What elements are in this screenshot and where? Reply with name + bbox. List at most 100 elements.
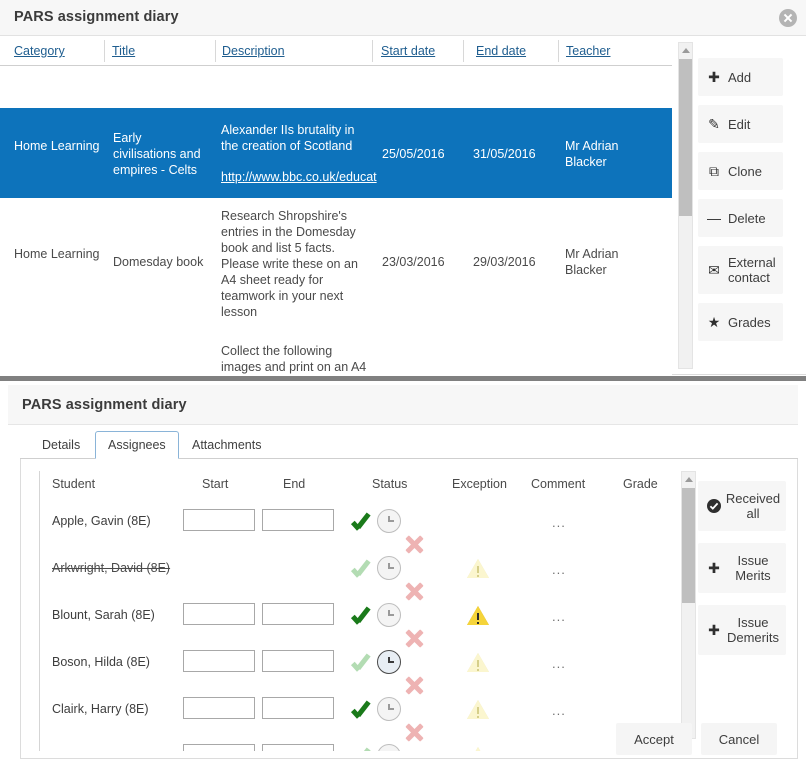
column-header-end: End xyxy=(283,477,306,491)
column-divider xyxy=(463,40,464,62)
tab-details[interactable]: Details xyxy=(30,431,92,459)
assignees-panel: Student Start End Status Exception Comme… xyxy=(20,459,798,759)
start-date-field[interactable] xyxy=(183,603,255,625)
start-date-field[interactable] xyxy=(183,509,255,531)
column-header-exception: Exception xyxy=(452,477,507,491)
cell-start-date: 23/03/2016 xyxy=(382,255,445,269)
cell-title: Early civilisations and empires - Celts xyxy=(113,131,201,177)
column-header-teacher[interactable]: Teacher xyxy=(566,44,610,58)
list-item[interactable]: Clairk, Harry (8E) ... xyxy=(40,687,675,751)
list-item[interactable]: Arkwright, David (8E) ... xyxy=(40,546,675,625)
list-item[interactable] xyxy=(40,734,675,751)
cancel-button[interactable]: Cancel xyxy=(701,723,777,755)
status-pending-icon[interactable] xyxy=(377,650,401,674)
status-pending-icon[interactable] xyxy=(377,603,401,627)
add-button[interactable]: ✚ Add xyxy=(698,58,783,96)
status-pending-icon[interactable] xyxy=(377,697,401,721)
column-divider xyxy=(104,40,105,62)
assignments-scrollbar[interactable] xyxy=(678,42,693,369)
comment-cell[interactable]: ... xyxy=(552,609,566,624)
grades-button-label: Grades xyxy=(728,314,771,330)
cell-start-date: 25/05/2016 xyxy=(382,147,445,161)
list-item[interactable]: Boson, Hilda (8E) ... xyxy=(40,640,675,719)
end-date-field[interactable] xyxy=(262,697,334,719)
column-header-start-date[interactable]: Start date xyxy=(381,44,435,58)
status-complete-icon[interactable] xyxy=(351,650,375,674)
status-complete-icon[interactable] xyxy=(351,556,375,580)
assignments-grid: Category Title Description Start date En… xyxy=(0,36,672,375)
external-contact-button-label: External contact xyxy=(728,255,776,285)
column-header-description[interactable]: Description xyxy=(222,44,285,58)
end-date-field[interactable] xyxy=(262,744,334,751)
scroll-up-arrow-icon[interactable] xyxy=(679,43,692,57)
assignment-diary-window: PARS assignment diary Category Title Des… xyxy=(0,0,806,375)
clone-button-label: Clone xyxy=(728,163,762,179)
issue-merits-button[interactable]: ✚ Issue Merits xyxy=(698,543,786,593)
end-date-field[interactable] xyxy=(262,603,334,625)
bottom-window-titlebar: PARS assignment diary xyxy=(8,385,798,425)
assignments-grid-header: Category Title Description Start date En… xyxy=(0,36,672,66)
detail-page-title: PARS assignment diary xyxy=(22,397,187,413)
description-url-link[interactable]: http://www.bbc.co.uk/educat xyxy=(221,170,377,184)
comment-cell[interactable]: ... xyxy=(552,515,566,530)
column-header-status: Status xyxy=(372,477,408,491)
delete-button-label: Delete xyxy=(728,210,766,226)
column-header-end-date[interactable]: End date xyxy=(476,44,526,58)
list-item[interactable]: Apple, Gavin (8E) ... xyxy=(40,499,675,578)
status-complete-icon[interactable] xyxy=(351,509,375,533)
student-name: Clairk, Harry (8E) xyxy=(52,702,149,716)
received-all-button[interactable]: Received all xyxy=(698,481,786,531)
column-header-student: Student xyxy=(52,477,96,491)
column-header-grade: Grade xyxy=(623,477,658,491)
student-name: Boson, Hilda (8E) xyxy=(52,655,150,669)
scrollbar-thumb[interactable] xyxy=(679,59,692,216)
column-header-start: Start xyxy=(202,477,229,491)
column-header-title[interactable]: Title xyxy=(112,44,135,58)
envelope-icon: ✉ xyxy=(708,262,720,278)
comment-cell[interactable]: ... xyxy=(552,656,566,671)
cell-title: Domesday book xyxy=(113,255,204,269)
scroll-up-arrow-icon[interactable] xyxy=(682,472,695,486)
top-window-titlebar: PARS assignment diary xyxy=(0,0,806,36)
table-row[interactable]: Home Learning Domesday book Research Shr… xyxy=(0,198,672,333)
status-pending-icon[interactable] xyxy=(377,509,401,533)
scrollbar-thumb[interactable] xyxy=(682,488,695,603)
start-date-field[interactable] xyxy=(183,744,255,751)
status-complete-icon[interactable] xyxy=(351,744,375,751)
column-divider xyxy=(558,40,559,62)
end-date-field[interactable] xyxy=(262,509,334,531)
edit-button[interactable]: ✎ Edit xyxy=(698,105,783,143)
start-date-field[interactable] xyxy=(183,650,255,672)
minus-icon: — xyxy=(707,210,721,226)
status-complete-icon[interactable] xyxy=(351,697,375,721)
column-header-comment: Comment xyxy=(531,477,586,491)
accept-button[interactable]: Accept xyxy=(616,723,692,755)
status-pending-icon[interactable] xyxy=(377,556,401,580)
list-item[interactable]: Blount, Sarah (8E) ... xyxy=(40,593,675,672)
assignees-scrollbar[interactable] xyxy=(681,471,696,739)
received-all-button-label: Received all xyxy=(725,491,781,521)
cell-category: Home Learning xyxy=(14,139,100,153)
tab-assignees[interactable]: Assignees xyxy=(95,431,179,459)
column-header-category[interactable]: Category xyxy=(14,44,65,58)
cell-teacher: Mr Adrian Blacker xyxy=(565,247,619,277)
cell-category: Home Learning xyxy=(14,247,100,261)
external-contact-button[interactable]: ✉ External contact xyxy=(698,246,783,294)
end-date-field[interactable] xyxy=(262,650,334,672)
grades-button[interactable]: ★ Grades xyxy=(698,303,783,341)
issue-demerits-button[interactable]: ✚ Issue Demerits xyxy=(698,605,786,655)
comment-cell[interactable]: ... xyxy=(552,703,566,718)
cell-description-link[interactable]: http://www.bbc.co.uk/educat xyxy=(221,169,381,185)
status-complete-icon[interactable] xyxy=(351,603,375,627)
cell-teacher: Mr Adrian Blacker xyxy=(565,139,619,169)
delete-button[interactable]: — Delete xyxy=(698,199,783,237)
table-row[interactable]: Home Learning Early civilisations and em… xyxy=(0,108,672,198)
pencil-icon: ✎ xyxy=(708,116,720,132)
clone-button[interactable]: ⧉ Clone xyxy=(698,152,783,190)
close-icon[interactable] xyxy=(779,9,797,27)
comment-cell[interactable]: ... xyxy=(552,562,566,577)
tab-attachments[interactable]: Attachments xyxy=(180,431,273,459)
table-row[interactable]: Collect the following images and print o… xyxy=(0,333,672,375)
start-date-field[interactable] xyxy=(183,697,255,719)
status-pending-icon[interactable] xyxy=(377,744,401,751)
